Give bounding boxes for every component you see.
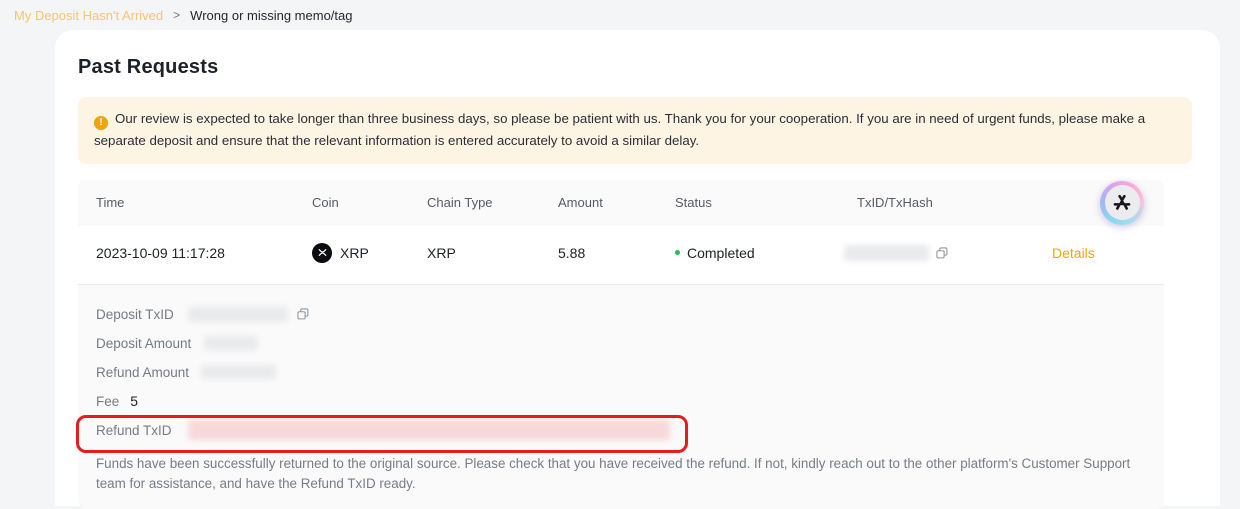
- column-header-status: Status: [675, 195, 857, 210]
- coin-symbol: XRP: [340, 245, 369, 261]
- column-header-coin: Coin: [312, 195, 427, 210]
- deposit-amount-redacted-value: [204, 336, 258, 350]
- copy-icon[interactable]: [296, 307, 310, 321]
- refund-amount-redacted-value: [201, 365, 276, 379]
- table-header-row: Time Coin Chain Type Amount Status TxID/…: [78, 180, 1164, 226]
- breadcrumb-parent-link[interactable]: My Deposit Hasn't Arrived: [14, 8, 163, 23]
- status-label: Completed: [687, 245, 755, 261]
- refund-txid-redacted-value: [188, 420, 670, 440]
- past-requests-table: Time Coin Chain Type Amount Status TxID/…: [78, 180, 1164, 509]
- column-header-amount: Amount: [558, 195, 675, 210]
- request-details-panel: Deposit TxID Deposit Amount Refund Amoun…: [78, 284, 1164, 509]
- field-fee: Fee 5: [96, 391, 1146, 412]
- status-dot-icon: [675, 250, 680, 255]
- review-delay-notice: !Our review is expected to take longer t…: [78, 97, 1192, 164]
- field-label: Deposit TxID: [96, 307, 174, 322]
- breadcrumb: My Deposit Hasn't Arrived > Wrong or mis…: [0, 0, 1240, 30]
- content-card: Past Requests !Our review is expected to…: [55, 30, 1220, 506]
- refund-explanation-note: Funds have been successfully returned to…: [96, 454, 1146, 494]
- page-title: Past Requests: [78, 56, 1220, 79]
- table-row: 2023-10-09 11:17:28 XRP XRP 5.88 Complet…: [78, 226, 1164, 280]
- details-link[interactable]: Details: [1052, 245, 1095, 261]
- cell-chain-type: XRP: [427, 245, 558, 261]
- field-label: Deposit Amount: [96, 336, 191, 351]
- field-refund-txid: Refund TxID: [96, 420, 1146, 441]
- cell-time: 2023-10-09 11:17:28: [96, 245, 312, 261]
- copy-icon[interactable]: [935, 246, 949, 260]
- extension-logo-icon[interactable]: [1100, 181, 1144, 225]
- field-label: Refund Amount: [96, 365, 189, 380]
- notice-text: Our review is expected to take longer th…: [94, 111, 1145, 148]
- column-header-txid: TxID/TxHash: [857, 195, 1052, 210]
- cell-amount: 5.88: [558, 245, 675, 261]
- field-label: Fee: [96, 394, 119, 409]
- deposit-txid-redacted-value: [188, 307, 288, 322]
- cell-txid: [844, 245, 1052, 261]
- field-deposit-txid: Deposit TxID: [96, 304, 1146, 325]
- column-header-time: Time: [96, 195, 312, 210]
- xrp-coin-icon: [312, 243, 332, 263]
- trident-glyph-icon: [1105, 185, 1140, 220]
- fee-value: 5: [130, 393, 138, 409]
- field-label: Refund TxID: [96, 423, 172, 438]
- breadcrumb-separator: >: [173, 8, 180, 22]
- cell-coin: XRP: [312, 243, 427, 263]
- row-divider-gap: [78, 280, 1164, 284]
- column-header-chain: Chain Type: [427, 195, 558, 210]
- field-deposit-amount: Deposit Amount: [96, 333, 1146, 354]
- txid-redacted-value: [844, 245, 929, 261]
- field-refund-amount: Refund Amount: [96, 362, 1146, 383]
- breadcrumb-current: Wrong or missing memo/tag: [190, 8, 352, 23]
- warning-icon: !: [94, 116, 108, 130]
- cell-status: Completed: [675, 245, 857, 261]
